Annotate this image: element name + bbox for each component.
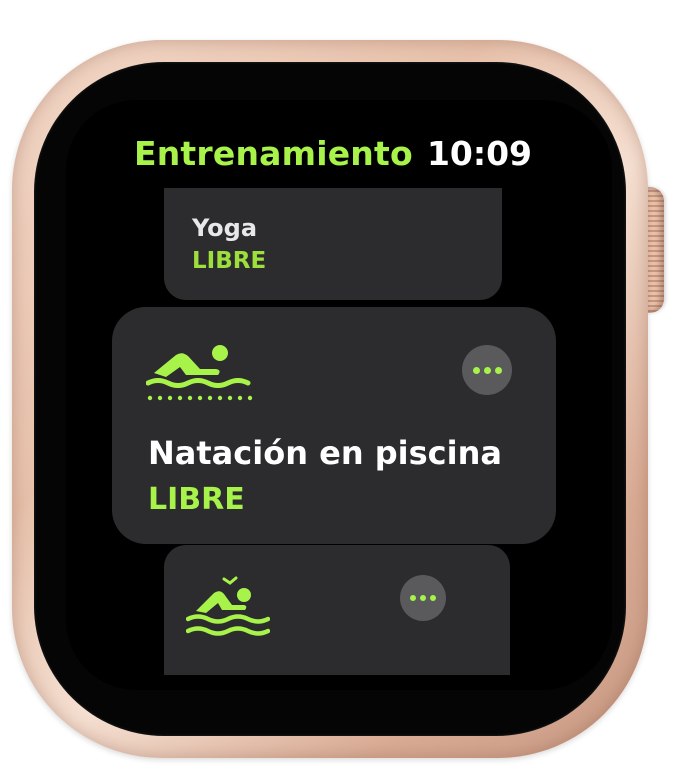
- more-dot-icon: [410, 595, 416, 601]
- app-title: Entrenamiento: [134, 134, 413, 173]
- more-options-button[interactable]: [462, 345, 512, 395]
- workout-name: Yoga: [192, 214, 258, 242]
- workout-goal: LIBRE: [192, 248, 267, 274]
- pool-swim-icon: [146, 345, 253, 401]
- workout-card-yoga[interactable]: Yoga LIBRE: [164, 188, 502, 300]
- watch-screen: Entrenamiento 10:09 Yoga LIBRE Natación …: [66, 100, 612, 690]
- workout-goal: LIBRE: [148, 482, 245, 517]
- open-water-swim-icon: [186, 576, 270, 636]
- more-dot-icon: [494, 366, 502, 374]
- workout-card-open-water-swim[interactable]: [164, 545, 510, 675]
- more-options-button[interactable]: [400, 575, 446, 621]
- clock-time: 10:09: [426, 134, 532, 173]
- workout-name: Natación en piscina: [148, 434, 502, 472]
- more-dot-icon: [430, 595, 436, 601]
- workout-card-pool-swim[interactable]: Natación en piscina LIBRE: [112, 307, 556, 544]
- more-dot-icon: [420, 595, 426, 601]
- more-dot-icon: [472, 366, 480, 374]
- apple-watch: Entrenamiento 10:09 Yoga LIBRE Natación …: [0, 0, 700, 773]
- more-dot-icon: [483, 366, 491, 374]
